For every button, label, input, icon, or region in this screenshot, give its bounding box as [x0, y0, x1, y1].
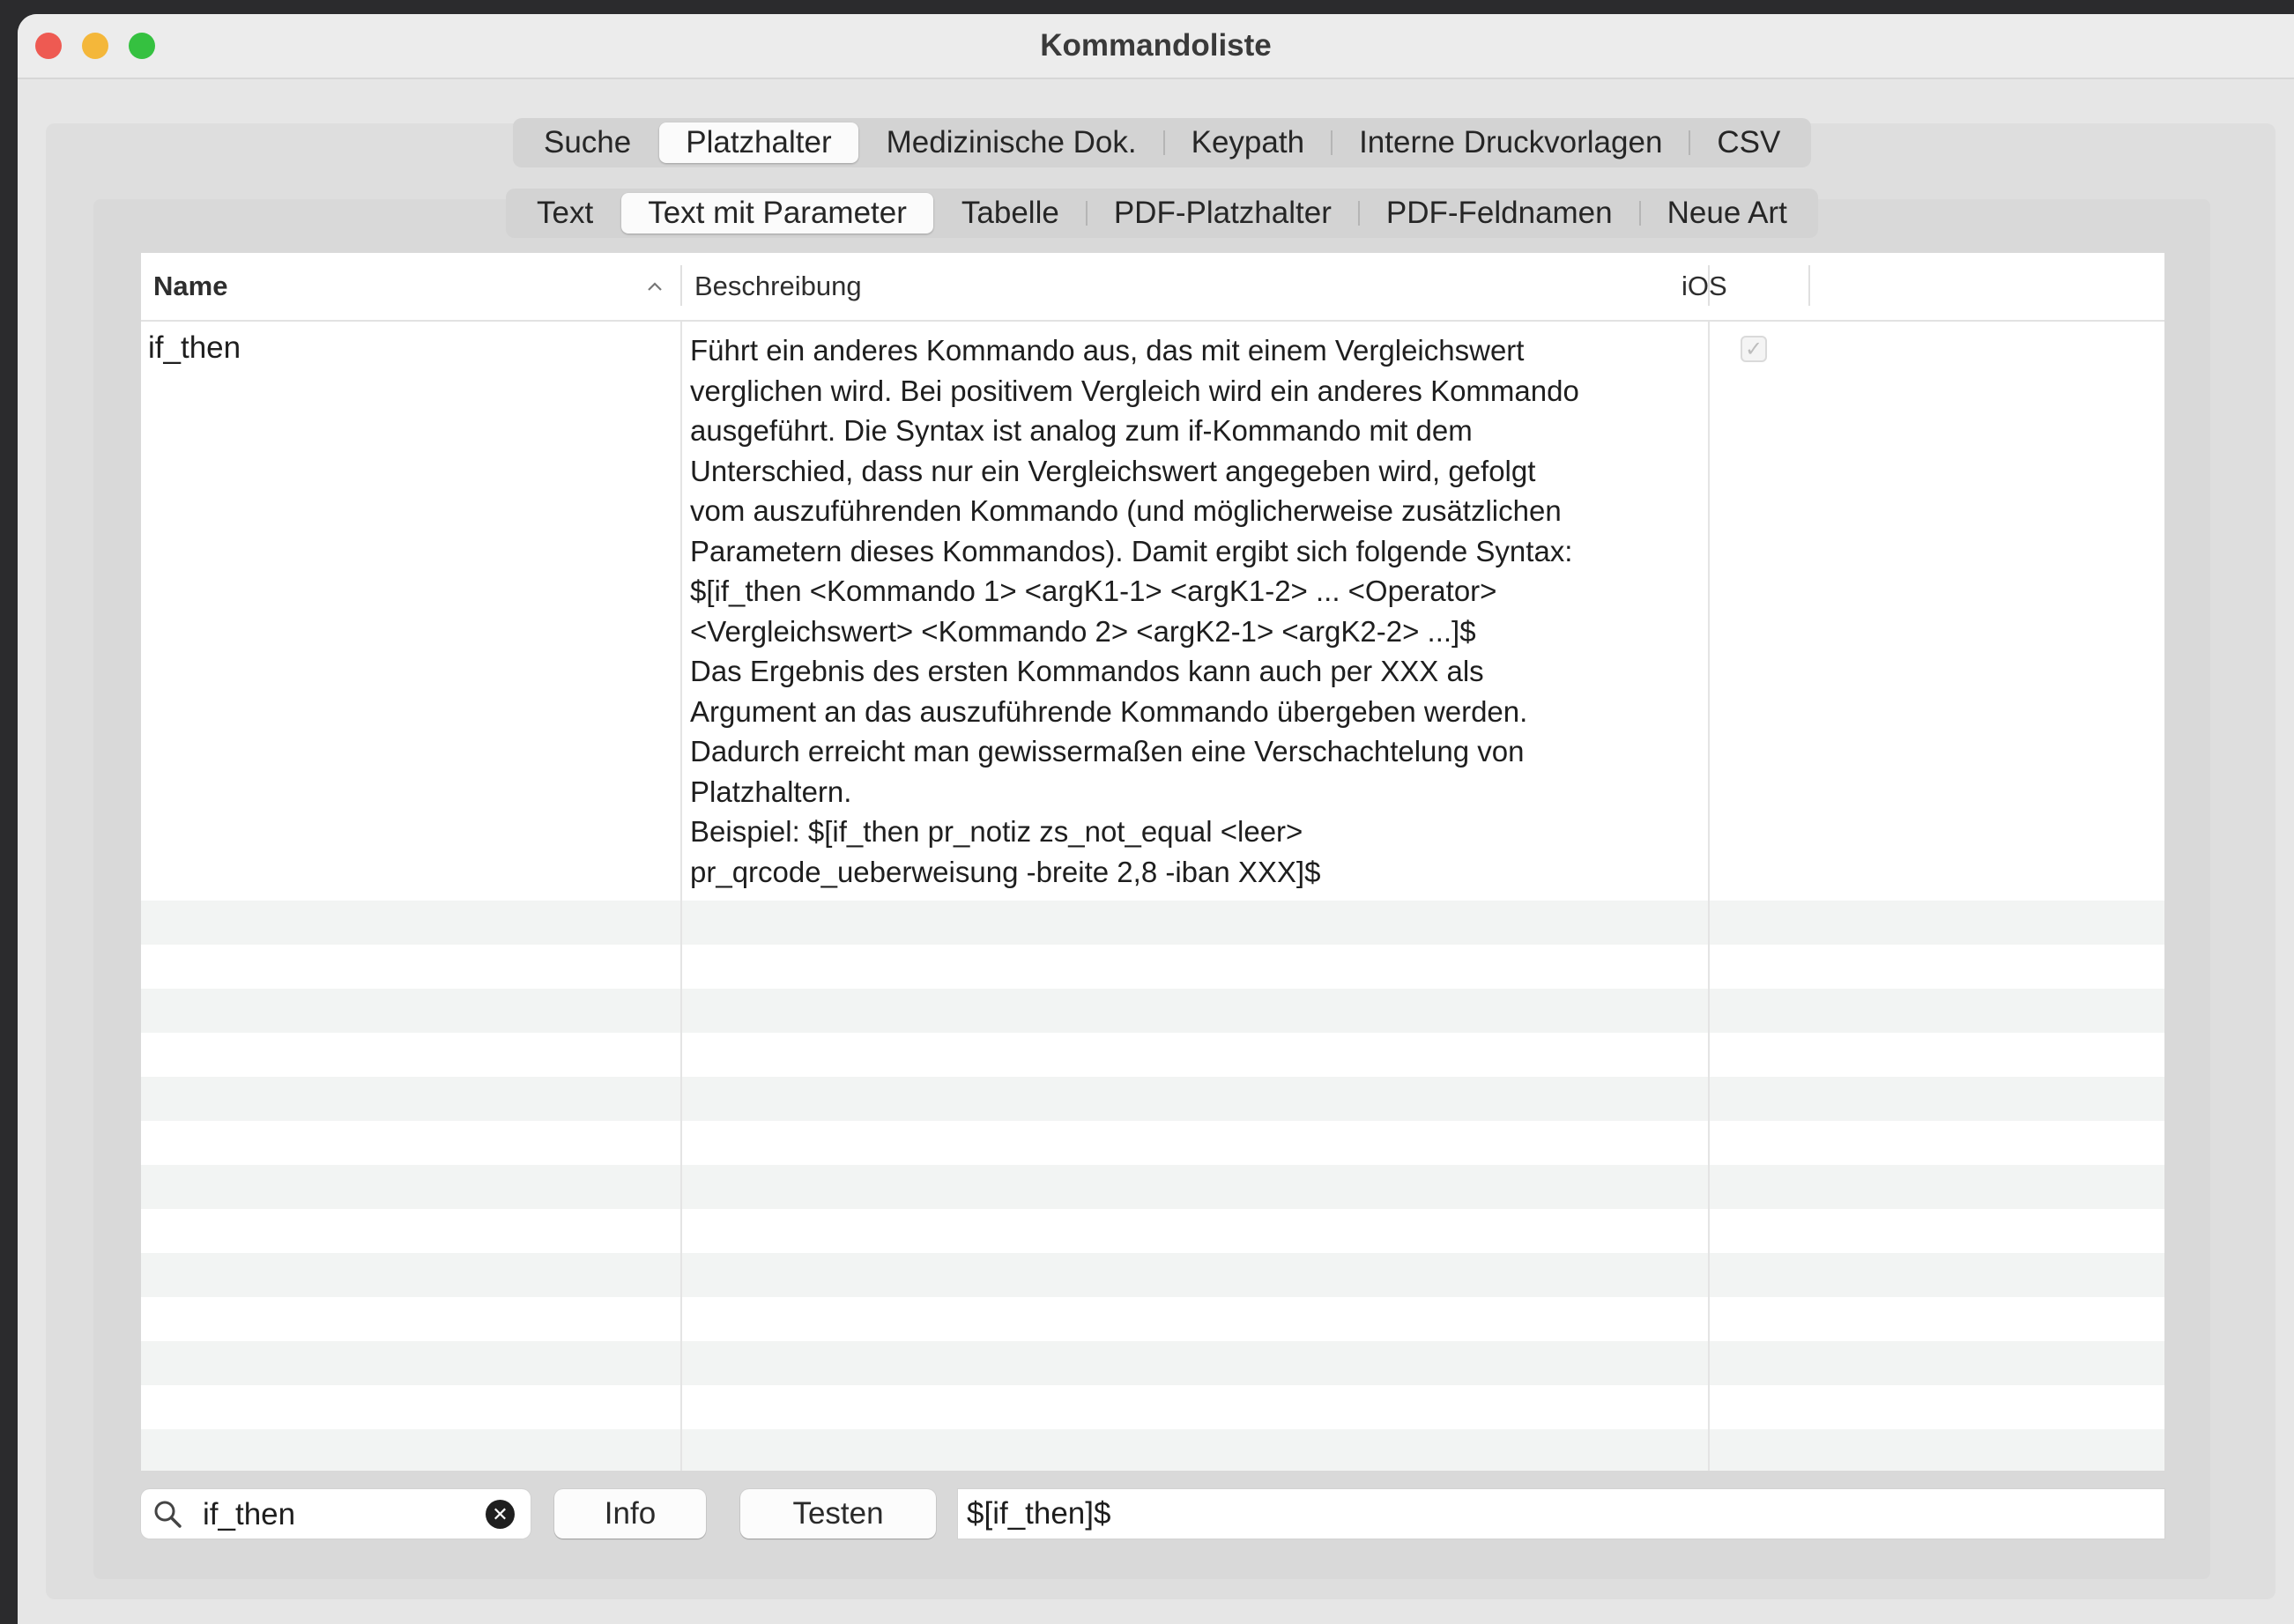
ios-checkbox[interactable]: ✓ [1741, 336, 1767, 362]
row-description-cell: Führt ein anderes Kommando aus, das mit … [690, 334, 1579, 888]
row-name-cell: if_then [148, 330, 241, 365]
tab-csv[interactable]: CSV [1690, 122, 1807, 163]
search-input[interactable]: if_then [203, 1497, 295, 1532]
tab-text[interactable]: Text [510, 193, 620, 234]
command-table[interactable]: Name Beschreibung iOS if_then Führt ein … [141, 253, 2164, 1471]
info-button[interactable]: Info [554, 1489, 706, 1539]
tab-keypath[interactable]: Keypath [1165, 122, 1331, 163]
tab-suche[interactable]: Suche [517, 122, 657, 163]
checkmark-icon: ✓ [1744, 337, 1763, 361]
column-header-name[interactable]: Name [153, 253, 227, 320]
tab-medizinische-dok[interactable]: Medizinische Dok. [860, 122, 1163, 163]
table-header: Name Beschreibung iOS [141, 253, 2164, 322]
tab-platzhalter[interactable]: Platzhalter [659, 122, 858, 163]
column-header-ios[interactable]: iOS [1682, 253, 1727, 320]
sub-tab-bar: Text Text mit Parameter Tabelle PDF-Plat… [506, 189, 1818, 238]
clear-search-icon[interactable]: ✕ [486, 1500, 515, 1529]
tab-neue-art[interactable]: Neue Art [1641, 193, 1814, 234]
search-field[interactable]: if_then ✕ [141, 1489, 531, 1539]
search-icon [154, 1501, 182, 1528]
tab-tabelle[interactable]: Tabelle [935, 193, 1086, 234]
placeholder-result-field[interactable]: $[if_then]$ [958, 1489, 2164, 1539]
main-tab-bar: Suche Platzhalter Medizinische Dok. Keyp… [513, 118, 1812, 167]
tab-pdf-platzhalter[interactable]: PDF-Platzhalter [1088, 193, 1358, 234]
column-header-beschreibung[interactable]: Beschreibung [694, 253, 862, 320]
window-title: Kommandoliste [1040, 28, 1272, 63]
tab-pdf-feldnamen[interactable]: PDF-Feldnamen [1360, 193, 1639, 234]
sort-ascending-icon [646, 253, 664, 320]
tab-text-mit-parameter[interactable]: Text mit Parameter [621, 193, 933, 234]
tab-interne-druckvorlagen[interactable]: Interne Druckvorlagen [1333, 122, 1689, 163]
title-bar: Kommandoliste [18, 14, 2294, 79]
test-button[interactable]: Testen [740, 1489, 936, 1539]
